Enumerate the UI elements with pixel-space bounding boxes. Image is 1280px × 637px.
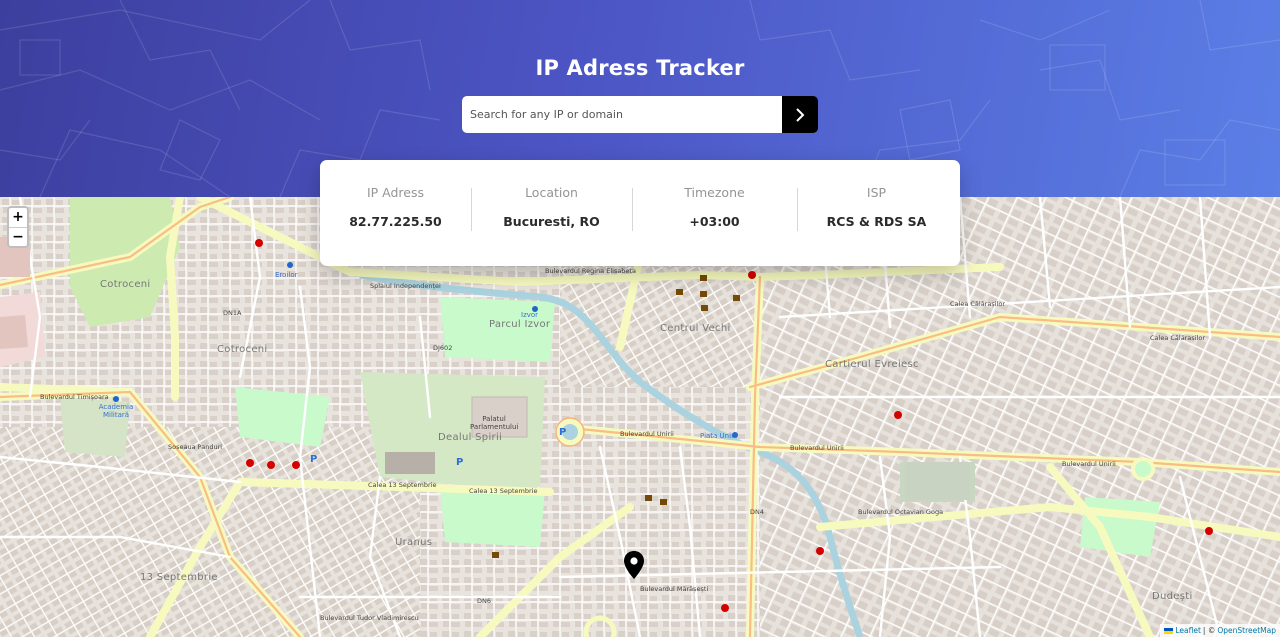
map-label-eroilor: Eroilor	[275, 271, 298, 279]
parking-icon: P	[456, 457, 464, 468]
info-value: +03:00	[689, 214, 740, 229]
zoom-control: + −	[7, 206, 29, 248]
map-label-dn4: DN4	[750, 508, 765, 516]
map-label-regina-elisabeta: Bulevardul Regina Elisabeta	[545, 267, 636, 275]
ip-info-card: IP Adress 82.77.225.50 Location Bucurest…	[320, 160, 960, 266]
map-label-parcul-izvor: Parcul Izvor	[489, 319, 551, 330]
map-label-calea-13-septembrie: Calea 13 Septembrie	[469, 487, 538, 495]
search-input[interactable]	[462, 96, 782, 133]
map-label-dn6: DN6	[477, 597, 492, 605]
map-label-cotroceni-park: Cotroceni	[100, 279, 151, 290]
parking-icon: P	[310, 454, 318, 465]
map-label-palatul-parlamentului: Palatul Parlamentului	[470, 415, 519, 431]
info-location: Location Bucuresti, RO	[471, 185, 632, 231]
search-form	[462, 96, 818, 133]
parking-icon: P	[559, 427, 567, 438]
info-value: Bucuresti, RO	[503, 214, 600, 229]
search-submit-button[interactable]	[782, 96, 818, 133]
location-pin-icon[interactable]	[623, 550, 645, 580]
map-label-calea-calarasilor: Calea Călărașilor	[1150, 334, 1205, 342]
map-label-splaiul-independentei: Splaiul Independenței	[370, 282, 441, 290]
map-label-calea-calarasilor: Calea Călărașilor	[950, 300, 1005, 308]
info-label: Location	[525, 185, 578, 200]
info-value: 82.77.225.50	[349, 214, 442, 229]
info-label: ISP	[866, 185, 887, 200]
map-label-izvor-station: Izvor	[521, 311, 539, 319]
map-label-dj602: DJ602	[433, 344, 453, 352]
info-timezone: Timezone +03:00	[632, 185, 797, 231]
attribution-separator: | ©	[1202, 626, 1216, 635]
map-label-bd-unirii: Bulevardul Unirii	[1062, 460, 1116, 468]
map-label-academia-militara: Academia Militară	[98, 403, 134, 419]
map-label-13-septembrie: 13 Septembrie	[140, 572, 218, 583]
map-label-dudesti: Dudești	[1152, 591, 1193, 602]
map-label-bd-timisoara: Bulevardul Timișoara	[40, 393, 109, 401]
map-label-uranus: Uranus	[395, 537, 433, 548]
map-label-octavian-goga: Bulevardul Octavian Goga	[858, 508, 944, 516]
info-label: IP Adress	[366, 185, 425, 200]
map-label-soseaua-panduri: Șoseaua Panduri	[168, 443, 223, 451]
map-label-dn1a: DN1A	[223, 309, 242, 317]
ukraine-flag-icon	[1164, 627, 1174, 634]
map-label-calea-13-septembrie: Calea 13 Septembrie	[368, 481, 437, 489]
info-isp: ISP RCS & RDS SA	[797, 185, 956, 231]
map-label-piata-unirii: Piata Unirii	[700, 432, 738, 440]
chevron-right-icon	[796, 107, 805, 122]
page-title: IP Adress Tracker	[535, 56, 745, 80]
map-label-centrul-vechi: Centrul Vechi	[660, 323, 731, 334]
map-label-tudor-vladimirescu: Bulevardul Tudor Vladimirescu	[320, 614, 419, 622]
map-label-dealul-spirii: Dealul Spirii	[438, 432, 503, 443]
info-value: RCS & RDS SA	[826, 214, 927, 229]
leaflet-link[interactable]: Leaflet	[1175, 624, 1201, 637]
zoom-out-button[interactable]: −	[9, 227, 27, 246]
openstreetmap-link[interactable]: OpenStreetMap	[1217, 624, 1276, 637]
map-label-bd-unirii: Bulevardul Unirii	[620, 430, 674, 438]
map-label-cotroceni: Cotroceni	[217, 344, 268, 355]
info-label: Timezone	[684, 185, 745, 200]
map-attribution: Leaflet | © OpenStreetMap	[1160, 624, 1280, 637]
map-label-bd-unirii: Bulevardul Unirii	[790, 444, 844, 452]
info-ip-address: IP Adress 82.77.225.50	[320, 185, 471, 230]
map-label-cartierul-evreiesc: Cartierul Evreiesc	[825, 359, 919, 370]
zoom-in-button[interactable]: +	[9, 208, 27, 227]
map-label-bd-marasesti: Bulevardul Mărășești	[640, 585, 709, 593]
